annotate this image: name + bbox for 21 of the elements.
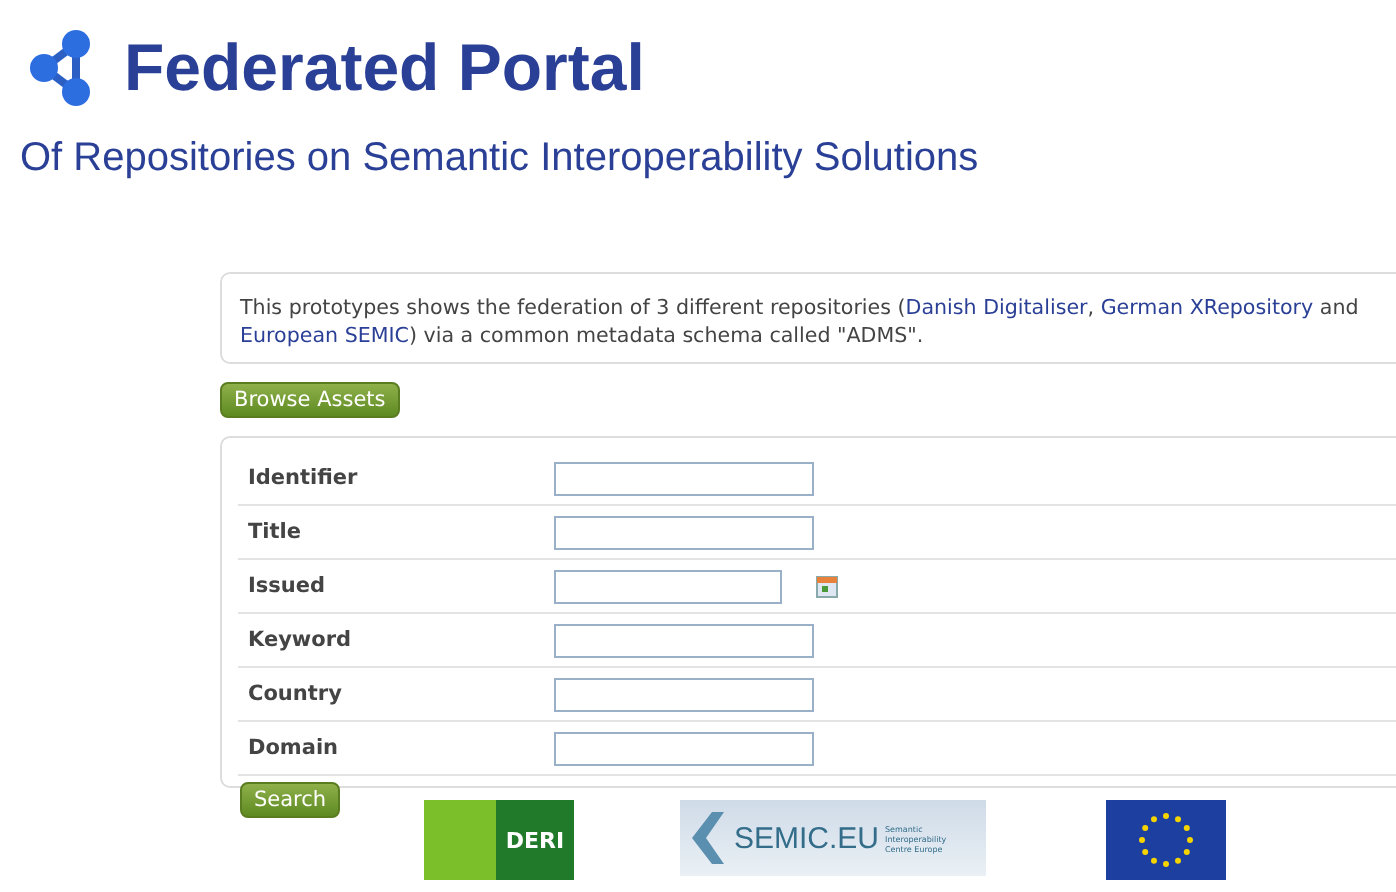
deri-logo: DERI [424,800,574,880]
intro-text: This prototypes shows the federation of 3 different repositories (Danish Digitaliser, German XRepository and European SEMIC) via a common metadata schema called "ADMS". [220,272,1396,364]
repository-link[interactable]: Danish Digitaliser [905,296,1088,320]
calendar-icon[interactable] [816,575,838,597]
text-input-field[interactable] [554,623,814,657]
field-label: Domain [246,736,341,760]
field-label: Identifier [246,466,360,490]
text-input-field[interactable] [554,461,814,495]
eu-flag-logo [1106,800,1226,880]
repository-link[interactable]: European SEMIC [240,324,409,348]
text-input-field[interactable] [554,677,814,711]
repository-link[interactable]: German XRepository [1100,296,1314,320]
field-label: Title [246,520,304,544]
field-label: Issued [246,574,328,598]
field-label: Country [246,682,344,706]
text-input-field[interactable] [554,731,814,765]
field-label: Keyword [246,628,354,652]
date-input-field[interactable] [554,569,782,603]
text-input-field[interactable] [554,515,814,549]
portal-title: Federated Portal [124,28,647,108]
portal-subtitle: Of Repositories on Semantic Interoperability Solutions [20,134,979,182]
